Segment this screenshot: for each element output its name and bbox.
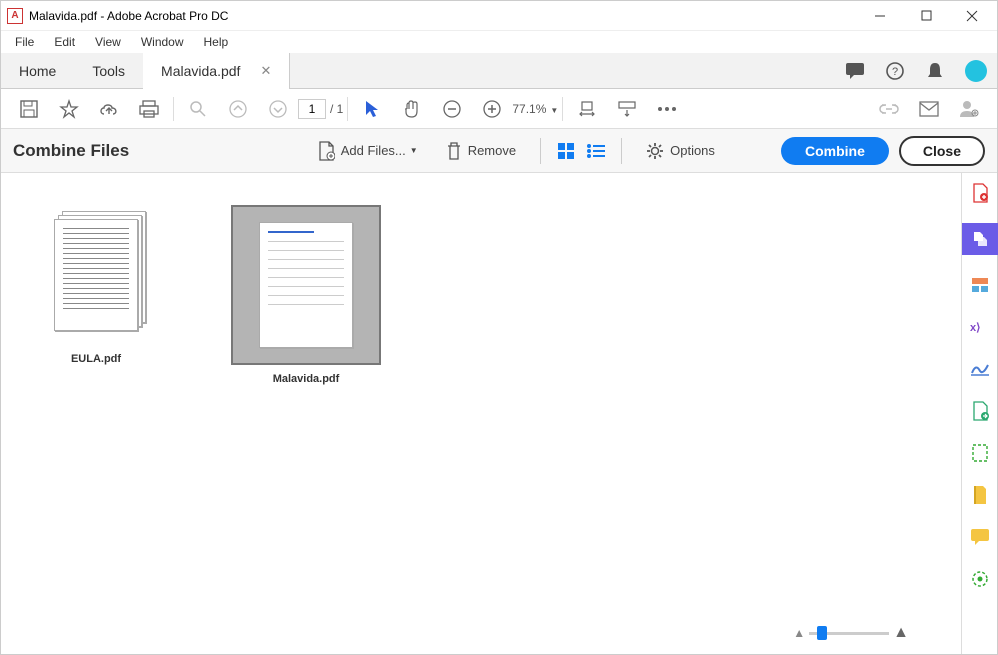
zoom-in-icon[interactable]	[477, 94, 507, 124]
more-tools-icon[interactable]	[968, 567, 992, 591]
tab-close-icon[interactable]: ✕	[260, 63, 271, 79]
sign-icon[interactable]	[968, 357, 992, 381]
thumbnail-view-icon[interactable]	[555, 140, 577, 162]
notifications-icon[interactable]	[921, 57, 949, 85]
tab-home-label: Home	[19, 63, 56, 79]
combine-files-icon[interactable]	[962, 223, 998, 255]
add-files-button[interactable]: Add Files... ▼	[309, 137, 426, 165]
combine-title: Combine Files	[13, 141, 129, 161]
page-down-icon[interactable]	[263, 94, 293, 124]
fit-width-icon[interactable]	[572, 94, 602, 124]
help-icon[interactable]: ?	[881, 57, 909, 85]
file-card-malavida[interactable]: Malavida.pdf	[231, 205, 381, 385]
svg-text:x⟩: x⟩	[970, 322, 980, 334]
tab-tools[interactable]: Tools	[74, 53, 143, 89]
tab-bar: Home Tools Malavida.pdf ✕ ?	[1, 53, 997, 89]
thumbnail-size-slider[interactable]: ▲ ▲	[793, 624, 909, 642]
close-combine-button[interactable]: Close	[899, 136, 985, 166]
chevron-down-icon: ▼	[410, 146, 418, 155]
menu-file[interactable]: File	[5, 33, 44, 51]
file-label: EULA.pdf	[71, 353, 121, 365]
svg-text:?: ?	[892, 66, 898, 78]
list-view-icon[interactable]	[585, 140, 607, 162]
window-title: Malavida.pdf - Adobe Acrobat Pro DC	[29, 9, 228, 23]
file-grid-area: EULA.pdf Malavida.pdf ▲ ▲	[1, 173, 961, 654]
tab-document-label: Malavida.pdf	[161, 63, 240, 79]
export-pdf-icon[interactable]: x⟩	[968, 315, 992, 339]
email-icon[interactable]	[914, 94, 944, 124]
menu-bar: File Edit View Window Help	[1, 31, 997, 53]
comments-icon[interactable]	[841, 57, 869, 85]
tab-document[interactable]: Malavida.pdf ✕	[143, 53, 290, 89]
enhance-scans-icon[interactable]	[968, 441, 992, 465]
main-toolbar: / 1 77.1%▼	[1, 89, 997, 129]
maximize-button[interactable]	[903, 1, 949, 31]
remove-button[interactable]: Remove	[438, 137, 524, 165]
link-icon[interactable]	[874, 94, 904, 124]
cloud-upload-icon[interactable]	[94, 94, 124, 124]
protect-icon[interactable]	[968, 483, 992, 507]
tools-panel: x⟩	[961, 173, 997, 654]
create-pdf-icon[interactable]	[968, 181, 992, 205]
organize-pages-icon[interactable]	[968, 399, 992, 423]
minimize-button[interactable]	[857, 1, 903, 31]
save-icon[interactable]	[14, 94, 44, 124]
star-icon[interactable]	[54, 94, 84, 124]
add-files-label: Add Files...	[341, 143, 406, 158]
fit-page-icon[interactable]	[612, 94, 642, 124]
menu-view[interactable]: View	[85, 33, 131, 51]
large-thumb-icon: ▲	[893, 624, 909, 642]
user-avatar[interactable]	[965, 60, 987, 82]
app-icon: A	[7, 8, 23, 24]
options-label: Options	[670, 143, 715, 158]
zoom-level[interactable]: 77.1%▼	[512, 102, 558, 116]
file-label: Malavida.pdf	[273, 373, 340, 385]
zoom-out-icon[interactable]	[437, 94, 467, 124]
page-number-input[interactable]	[298, 99, 326, 119]
selection-tool-icon[interactable]	[357, 94, 387, 124]
file-card-eula[interactable]: EULA.pdf	[21, 205, 171, 385]
remove-label: Remove	[468, 143, 516, 158]
title-bar: A Malavida.pdf - Adobe Acrobat Pro DC	[1, 1, 997, 31]
menu-window[interactable]: Window	[131, 33, 194, 51]
options-button[interactable]: Options	[638, 138, 723, 164]
tab-tools-label: Tools	[92, 63, 125, 79]
edit-pdf-icon[interactable]	[968, 273, 992, 297]
print-icon[interactable]	[134, 94, 164, 124]
share-user-icon[interactable]	[954, 94, 984, 124]
tab-home[interactable]: Home	[1, 53, 74, 89]
search-icon[interactable]	[183, 94, 213, 124]
small-thumb-icon: ▲	[793, 626, 805, 640]
combine-toolbar: Combine Files Add Files... ▼ Remove Opti…	[1, 129, 997, 173]
chevron-down-icon: ▼	[550, 106, 558, 115]
hand-tool-icon[interactable]	[397, 94, 427, 124]
more-icon[interactable]	[652, 94, 682, 124]
combine-button[interactable]: Combine	[781, 137, 889, 165]
page-total: / 1	[330, 102, 343, 116]
menu-edit[interactable]: Edit	[44, 33, 85, 51]
comment-icon[interactable]	[968, 525, 992, 549]
close-button[interactable]	[949, 1, 995, 31]
page-up-icon[interactable]	[223, 94, 253, 124]
menu-help[interactable]: Help	[194, 33, 239, 51]
